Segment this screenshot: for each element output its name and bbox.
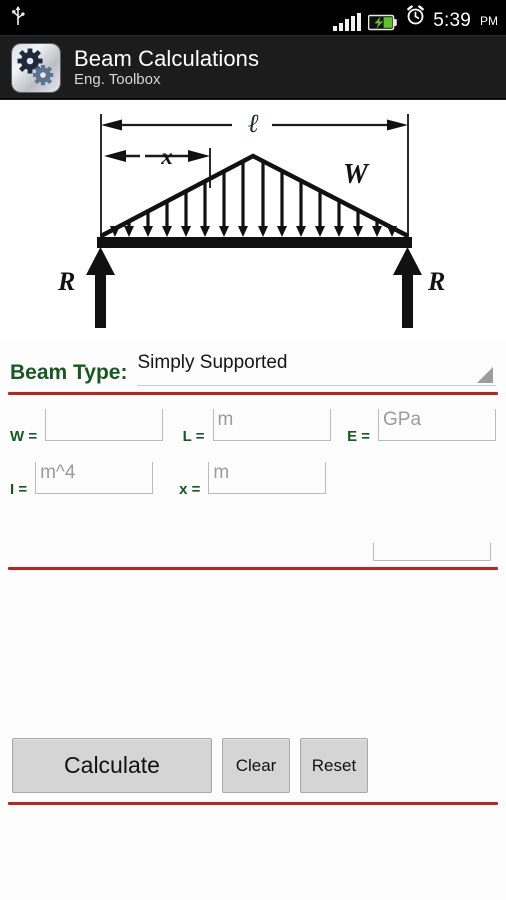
field-x-input[interactable]: m [208,462,327,494]
field-i-label: I = [10,481,28,498]
page-title: Beam Calculations [74,46,260,71]
load-label: W [343,159,370,190]
distance-label: x [160,144,173,169]
field-x-label: x = [179,481,201,498]
reaction-left-label: R [57,267,75,296]
reaction-right-label: R [427,267,445,296]
field-i: I = m^4 [10,462,154,501]
span-label: ℓ [248,109,259,138]
field-e-placeholder: GPa [383,409,422,430]
input-row-1: W = L = m E = GPa [0,409,506,448]
alarm-clock-icon [405,5,426,31]
chevron-down-icon [477,367,493,383]
field-i-input[interactable]: m^4 [35,462,154,494]
signal-bars-icon [333,13,362,31]
field-extra-input[interactable] [373,543,491,561]
usb-icon [10,5,26,32]
input-row-2: I = m^4 x = m [0,462,506,501]
beam-type-selected-value: Simply Supported [137,351,288,373]
reset-button[interactable]: Reset [300,738,368,793]
field-e-input[interactable]: GPa [378,409,496,441]
beam-type-label: Beam Type: [10,361,128,384]
field-l-label: L = [182,428,205,445]
field-x: x = m [179,462,327,501]
main-content: ℓ x W R R Beam Type: Simply Supported W … [0,100,506,900]
field-x-placeholder: m [213,462,230,483]
status-bar-right: 5:39 PM [333,5,498,31]
clear-button[interactable]: Clear [222,738,290,793]
divider-red-middle [8,567,498,570]
field-e-label: E = [347,428,370,445]
status-bar-meridiem: PM [480,14,498,28]
field-w-label: W = [10,428,38,445]
divider-red-bottom [8,802,498,805]
app-title-block: Beam Calculations Eng. Toolbox [74,46,259,89]
beam-type-row: Beam Type: Simply Supported [0,340,506,386]
battery-charging-icon [367,14,398,31]
gears-app-icon[interactable] [12,43,60,92]
field-i-placeholder: m^4 [40,462,76,483]
field-l-placeholder: m [217,409,234,430]
app-action-bar[interactable]: Beam Calculations Eng. Toolbox [0,36,506,100]
field-l-input[interactable]: m [212,409,331,441]
status-bar-time: 5:39 [433,10,471,31]
divider-red-top [8,392,498,395]
status-bar[interactable]: 5:39 PM [0,0,506,36]
calculate-button[interactable]: Calculate [12,738,212,793]
beam-diagram: ℓ x W R R [0,100,506,340]
input-row-3 [0,543,506,561]
app-subtitle: Eng. Toolbox [74,71,161,88]
field-w: W = [10,409,164,448]
field-l: L = m [183,409,331,448]
field-w-input[interactable] [45,409,164,441]
field-e: E = GPa [347,409,496,448]
action-button-row: Calculate Clear Reset [0,738,506,793]
beam-type-spinner[interactable]: Simply Supported [137,346,496,386]
status-bar-left [10,5,26,32]
